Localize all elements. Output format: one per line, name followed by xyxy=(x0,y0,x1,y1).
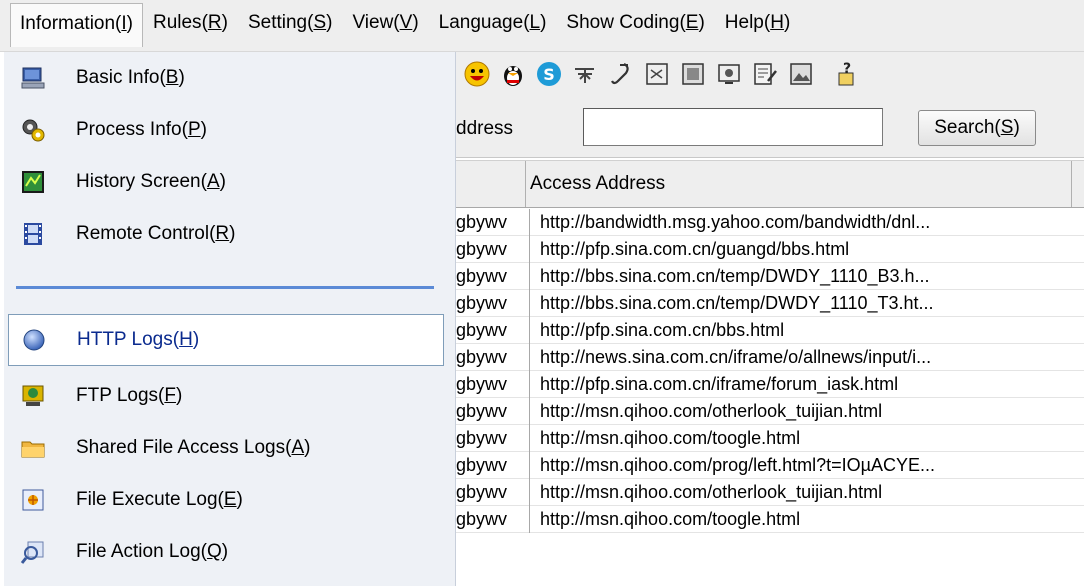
menu-show-coding[interactable]: Show Coding(E) xyxy=(556,3,714,47)
table-row[interactable]: gbywv http://msn.qihoo.com/otherlook_tuij… xyxy=(456,398,1084,425)
film-icon xyxy=(20,221,46,247)
user-cell: gbywv xyxy=(456,290,530,317)
table-row[interactable]: gbywv http://pfp.sina.com.cn/bbs.html xyxy=(456,317,1084,344)
smiley-icon[interactable] xyxy=(464,61,490,87)
skype-icon[interactable]: S xyxy=(536,61,562,87)
user-cell: gbywv xyxy=(456,425,530,452)
search-button[interactable]: Search(S) xyxy=(918,110,1036,146)
ftp-monitor-icon xyxy=(20,383,46,409)
menu-item-file-action-log[interactable]: File Action Log(Q) xyxy=(8,526,444,578)
gears-icon xyxy=(20,117,46,143)
menu-language[interactable]: Language(L) xyxy=(429,3,557,47)
document-tool-icon[interactable] xyxy=(644,61,670,87)
magnifier-icon xyxy=(20,539,46,565)
column-header-access-address[interactable]: Access Address xyxy=(526,161,1072,207)
menu-item-ftp-logs[interactable]: FTP Logs(F) xyxy=(8,370,444,422)
qq-penguin-icon[interactable] xyxy=(500,61,526,87)
menu-item-history-screen[interactable]: History Screen(A) xyxy=(8,156,444,208)
svg-text:S: S xyxy=(543,65,555,84)
menu-item-http-logs[interactable]: HTTP Logs(H) xyxy=(8,314,444,366)
help-icon[interactable]: ? xyxy=(834,61,860,87)
menu-item-shared-file-access-logs[interactable]: Shared File Access Logs(A) xyxy=(8,422,444,474)
folder-icon xyxy=(20,435,46,461)
menu-item-basic-info[interactable]: Basic Info(B) xyxy=(8,52,444,104)
address-search-input[interactable] xyxy=(583,108,883,146)
filter-bar: ddress Search(S) xyxy=(456,96,1084,158)
table-row[interactable]: gbywv http://msn.qihoo.com/toogle.html xyxy=(456,425,1084,452)
table-row[interactable]: gbywv http://bbs.sina.com.cn/temp/DWDY_11… xyxy=(456,290,1084,317)
address-cell: http://pfp.sina.com.cn/guangd/bbs.html xyxy=(540,239,850,259)
user-cell: gbywv xyxy=(456,209,530,236)
information-dropdown-menu: Basic Info(B) Process Info(P) History Sc… xyxy=(4,52,456,586)
column-header-user[interactable] xyxy=(456,161,526,207)
toolbar: S ? xyxy=(456,52,1084,96)
image-tool-icon[interactable] xyxy=(680,61,706,87)
address-cell: http://msn.qihoo.com/prog/left.html?t=IO… xyxy=(540,455,936,475)
menu-help[interactable]: Help(H) xyxy=(715,3,800,47)
table-row[interactable]: gbywv http://news.sina.com.cn/iframe/o/al… xyxy=(456,344,1084,371)
address-cell: http://msn.qihoo.com/otherlook_tuijian.h… xyxy=(540,482,883,502)
address-cell: http://msn.qihoo.com/otherlook_tuijian.h… xyxy=(540,401,883,421)
screen-tool-icon[interactable] xyxy=(716,61,742,87)
hook-tool-icon[interactable] xyxy=(608,61,634,87)
computer-icon xyxy=(20,65,46,91)
user-cell: gbywv xyxy=(456,452,530,479)
address-cell: http://pfp.sina.com.cn/iframe/forum_iask… xyxy=(540,374,899,394)
table-row[interactable]: gbywv http://pfp.sina.com.cn/guangd/bbs.h… xyxy=(456,236,1084,263)
address-filter-label: ddress xyxy=(456,118,514,139)
network-tool-icon[interactable] xyxy=(572,61,598,87)
user-cell: gbywv xyxy=(456,344,530,371)
table-row[interactable]: gbywv http://pfp.sina.com.cn/iframe/forum… xyxy=(456,371,1084,398)
address-cell: http://bbs.sina.com.cn/temp/DWDY_1110_B3… xyxy=(540,266,930,286)
user-cell: gbywv xyxy=(456,506,530,533)
table-row[interactable]: gbywv http://msn.qihoo.com/otherlook_tuij… xyxy=(456,479,1084,506)
address-cell: http://news.sina.com.cn/iframe/o/allnews… xyxy=(540,347,932,367)
table-row[interactable]: gbywv http://msn.qihoo.com/prog/left.html… xyxy=(456,452,1084,479)
menu-information[interactable]: Information(I) xyxy=(10,3,143,47)
address-cell: http://bandwidth.msg.yahoo.com/bandwidth… xyxy=(540,212,931,232)
address-cell: http://msn.qihoo.com/toogle.html xyxy=(540,428,801,448)
user-cell: gbywv xyxy=(456,263,530,290)
table-header: Access Address xyxy=(456,160,1084,208)
user-cell: gbywv xyxy=(456,371,530,398)
edit-document-icon[interactable] xyxy=(752,61,778,87)
menu-bar: Information(I) Rules(R) Setting(S) View(… xyxy=(0,0,1084,52)
user-cell: gbywv xyxy=(456,479,530,506)
table-body: gbywv http://bandwidth.msg.yahoo.com/band… xyxy=(456,209,1084,533)
svg-text:?: ? xyxy=(843,61,851,77)
address-cell: http://msn.qihoo.com/toogle.html xyxy=(540,509,801,529)
address-cell: http://pfp.sina.com.cn/bbs.html xyxy=(540,320,785,340)
screen-history-icon xyxy=(20,169,46,195)
globe-icon xyxy=(21,327,47,353)
menu-view[interactable]: View(V) xyxy=(342,3,428,47)
file-execute-icon xyxy=(20,487,46,513)
table-row[interactable]: gbywv http://bbs.sina.com.cn/temp/DWDY_11… xyxy=(456,263,1084,290)
table-row[interactable]: gbywv http://bandwidth.msg.yahoo.com/band… xyxy=(456,209,1084,236)
table-row[interactable]: gbywv http://msn.qihoo.com/toogle.html xyxy=(456,506,1084,533)
menu-setting[interactable]: Setting(S) xyxy=(238,3,343,47)
http-log-table: Access Address gbywv http://bandwidth.msg… xyxy=(456,158,1084,586)
user-cell: gbywv xyxy=(456,236,530,263)
menu-rules[interactable]: Rules(R) xyxy=(143,3,238,47)
address-cell: http://bbs.sina.com.cn/temp/DWDY_1110_T3… xyxy=(540,293,934,313)
menu-item-process-info[interactable]: Process Info(P) xyxy=(8,104,444,156)
menu-item-remote-control[interactable]: Remote Control(R) xyxy=(8,208,444,260)
user-cell: gbywv xyxy=(456,317,530,344)
menu-separator xyxy=(16,286,434,289)
menu-item-file-execute-log[interactable]: File Execute Log(E) xyxy=(8,474,444,526)
user-cell: gbywv xyxy=(456,398,530,425)
picture-tool-icon[interactable] xyxy=(788,61,814,87)
